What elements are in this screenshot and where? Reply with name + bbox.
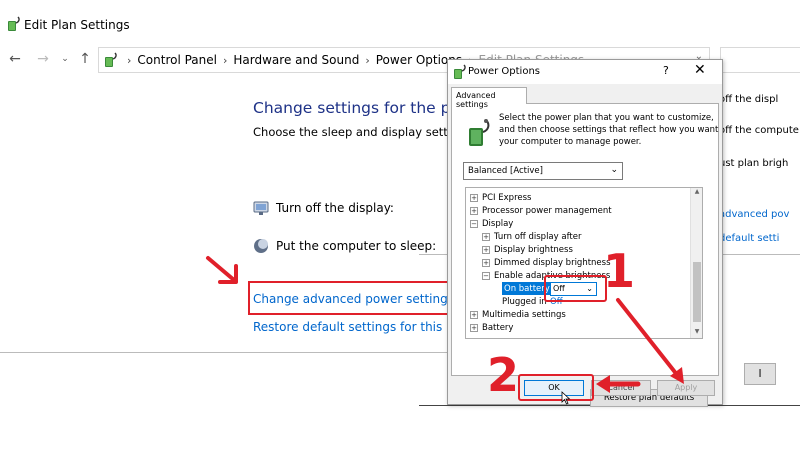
tree-item-dimmed-brightness[interactable]: + Dimmed display brightness (482, 256, 611, 269)
partial-text-sleep: off the compute (719, 125, 799, 136)
tree-item-display[interactable]: − Display (470, 217, 513, 230)
divider (0, 352, 448, 353)
scroll-down-icon[interactable]: ▼ (691, 328, 702, 338)
breadcrumb-separator-icon: › (365, 53, 370, 67)
partial-cancel-button[interactable]: l (744, 363, 776, 385)
recent-locations-chevron-icon[interactable]: ⌄ (58, 50, 72, 68)
sleep-setting-row: Put the computer to sleep: (252, 236, 436, 256)
mouse-cursor-icon (561, 391, 571, 405)
tree-item-label: Turn off display after (494, 231, 582, 242)
tree-item-label: PCI Express (482, 192, 532, 203)
chevron-down-icon: ⌄ (610, 165, 618, 175)
tree-item-label: On battery (504, 283, 550, 294)
tree-item-label: Display brightness (494, 244, 573, 255)
page-subtitle: Choose the sleep and display setti (253, 125, 451, 139)
sleep-setting-label: Put the computer to sleep: (276, 239, 437, 253)
restore-defaults-link[interactable]: Restore default settings for this pl (253, 320, 457, 334)
tree-item-battery[interactable]: + Battery (470, 321, 513, 334)
partial-text-brightness: ust plan brigh (719, 158, 789, 169)
power-options-icon (454, 64, 466, 79)
close-icon[interactable]: ✕ (694, 62, 706, 78)
change-advanced-settings-link[interactable]: Change advanced power settings (253, 292, 454, 306)
partial-link-advanced[interactable]: advanced pov (719, 209, 789, 220)
help-icon[interactable]: ? (663, 64, 669, 77)
tree-item-label: Battery (482, 322, 514, 333)
window-title: Edit Plan Settings (24, 18, 130, 32)
tree-item-label: Multimedia settings (482, 309, 566, 320)
breadcrumb-separator-icon: › (127, 53, 132, 67)
display-setting-label: Turn off the display: (276, 201, 394, 215)
on-battery-highlight (544, 275, 607, 302)
page-title: Change settings for the pl (253, 99, 455, 117)
scrollbar-thumb[interactable] (693, 262, 701, 322)
partial-text-display: off the displ (719, 94, 779, 105)
breadcrumb-control-panel[interactable]: Control Panel (137, 53, 217, 67)
power-plan-icon (469, 119, 490, 146)
step-2-label: 2 (487, 348, 520, 402)
red-arrow-icon (206, 256, 238, 284)
ok-button-highlight (518, 374, 594, 401)
forward-arrow-icon[interactable]: → (36, 50, 50, 68)
expand-icon[interactable]: + (470, 206, 478, 215)
tree-item-label: Display (482, 218, 514, 229)
partial-link-default[interactable]: default setti (719, 233, 779, 244)
tree-item-processor-power[interactable]: + Processor power management (470, 204, 612, 217)
collapse-icon[interactable]: − (482, 271, 490, 280)
expand-icon[interactable]: + (482, 245, 490, 254)
collapse-icon[interactable]: − (470, 219, 478, 228)
tree-scrollbar[interactable]: ▲ ▼ (690, 188, 702, 338)
breadcrumb-hardware-and-sound[interactable]: Hardware and Sound (233, 53, 359, 67)
window-titlebar: Edit Plan Settings (0, 0, 800, 44)
tree-item-plugged-in[interactable]: Plugged in (502, 295, 547, 308)
tree-item-turn-off-display[interactable]: + Turn off display after (482, 230, 581, 243)
dialog-title: Power Options (468, 66, 540, 77)
cancel-button[interactable]: Cancel (591, 380, 651, 396)
search-input[interactable] (720, 47, 800, 73)
tree-item-display-brightness[interactable]: + Display brightness (482, 243, 573, 256)
dialog-titlebar: Power Options ? ✕ (448, 60, 722, 84)
power-plan-dropdown[interactable]: Balanced [Active] ⌄ (463, 162, 623, 180)
expand-icon[interactable]: + (470, 193, 478, 202)
scroll-up-icon[interactable]: ▲ (691, 188, 702, 198)
power-options-icon (8, 16, 20, 31)
expand-icon[interactable]: + (470, 323, 478, 332)
step-1-label: 1 (603, 244, 636, 298)
dialog-description: Select the power plan that you want to c… (499, 113, 719, 147)
expand-icon[interactable]: + (482, 258, 490, 267)
tree-item-label: Plugged in (502, 296, 547, 307)
expand-icon[interactable]: + (470, 310, 478, 319)
breadcrumb-separator-icon: › (222, 53, 228, 67)
tab-advanced-settings[interactable]: Advanced settings (451, 87, 527, 109)
tree-item-label: Dimmed display brightness (494, 257, 611, 268)
apply-button[interactable]: Apply (657, 380, 715, 396)
monitor-icon (253, 201, 269, 215)
moon-icon (254, 239, 268, 253)
power-plan-value: Balanced [Active] (468, 166, 543, 176)
back-arrow-icon[interactable]: ← (8, 50, 22, 68)
control-panel-icon (105, 52, 117, 67)
up-arrow-icon[interactable]: ↑ (78, 50, 92, 68)
tree-item-label: Processor power management (482, 205, 612, 216)
tree-item-pci-express[interactable]: + PCI Express (470, 191, 531, 204)
display-setting-row: Turn off the display: (252, 198, 394, 218)
tree-item-multimedia[interactable]: + Multimedia settings (470, 308, 566, 321)
advanced-settings-panel: Select the power plan that you want to c… (451, 103, 719, 407)
expand-icon[interactable]: + (482, 232, 490, 241)
settings-tree[interactable]: + PCI Express + Processor power manageme… (465, 187, 703, 339)
